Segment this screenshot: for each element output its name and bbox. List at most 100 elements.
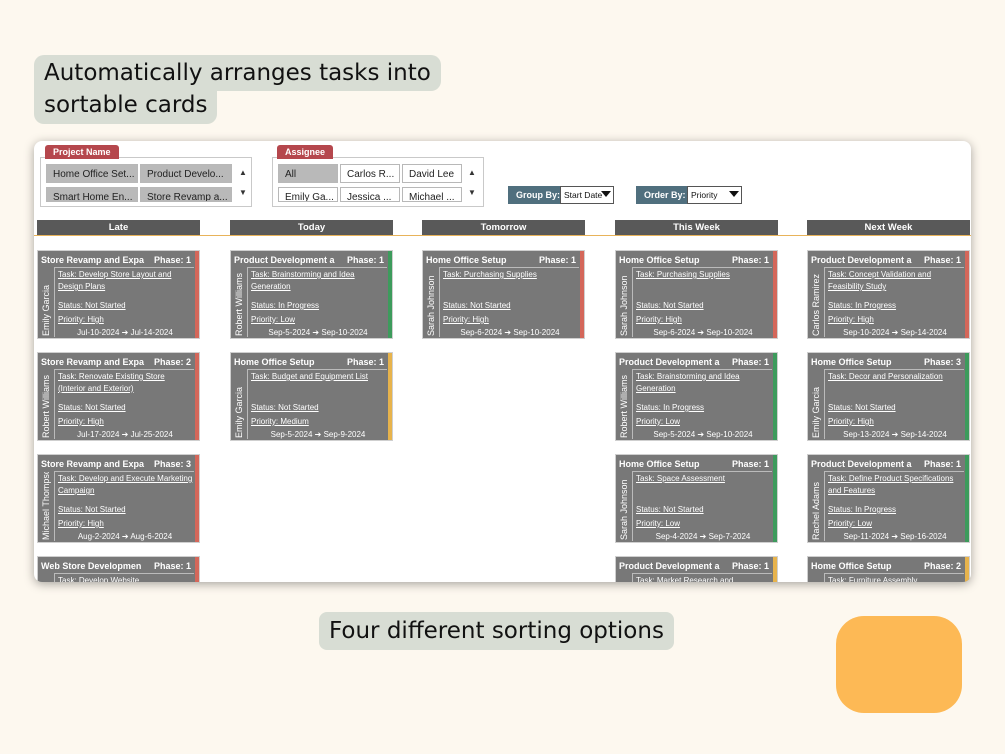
task-card[interactable]: Home Office Setup Phase: 2 Task: Furniture… <box>807 556 970 582</box>
status-strip <box>965 251 969 338</box>
task-card[interactable]: Product Development a Phase: 1 Rachel Adam… <box>807 454 970 543</box>
card-assignee <box>810 574 823 582</box>
card-assignee: Sarah Johnson <box>619 479 629 540</box>
kanban-dashboard: Project Name Home Office Set... Product … <box>34 141 971 582</box>
card-task-link[interactable]: Task: Space Assessment <box>636 473 771 485</box>
card-assignee: Emily Garcia <box>811 386 821 438</box>
card-phase: Phase: 1 <box>346 357 384 367</box>
group-by-dropdown[interactable]: Start Date <box>560 186 614 204</box>
card-project-name: Store Revamp and Expa <box>41 459 145 469</box>
card-body: Task: Budget and Equipment List Status: N… <box>247 369 387 439</box>
task-card[interactable]: Home Office Setup Phase: 1 Sarah Johnson Ta… <box>422 250 585 339</box>
slicer-item-project[interactable]: Smart Home En... <box>46 187 138 202</box>
card-date-range: Sep-4-2024 ➔ Sep-7-2024 <box>655 532 751 541</box>
scroll-up-icon[interactable]: ▲ <box>237 166 249 179</box>
task-card[interactable]: Home Office Setup Phase: 1 Sarah Johnson Ta… <box>615 250 778 339</box>
status-strip <box>965 455 969 542</box>
task-card[interactable]: Web Store Developmen Phase: 1 s Task: Devel… <box>37 556 200 582</box>
card-priority: Priority: High <box>58 315 104 324</box>
card-task-link[interactable]: Task: Define Product Specifications and … <box>828 473 963 497</box>
task-card[interactable]: Home Office Setup Phase: 1 Emily Garcia Tas… <box>230 352 393 441</box>
card-project-name: Home Office Setup <box>811 357 892 367</box>
card-status: Status: Not Started <box>636 505 704 514</box>
card-assignee: Emily Garcia <box>41 284 51 336</box>
task-card[interactable]: Store Revamp and Expa Phase: 3 Michael Tho… <box>37 454 200 543</box>
order-by-dropdown[interactable]: Priority <box>687 186 742 204</box>
card-body: Task: Develop Website <box>54 573 194 582</box>
card-date-range: Sep-11-2024 ➔ Sep-16-2024 <box>843 532 947 541</box>
card-phase: Phase: 2 <box>923 561 961 571</box>
task-card[interactable]: Home Office Setup Phase: 1 Sarah Johnson Ta… <box>615 454 778 543</box>
card-priority: Priority: Low <box>636 519 681 528</box>
slicer-item-assignee[interactable]: David Lee <box>402 164 462 183</box>
card-task-link[interactable]: Task: Purchasing Supplies <box>443 269 578 281</box>
card-body: Task: Brainstorming and Idea Generation S… <box>632 369 772 439</box>
callout-text-line2: sortable cards <box>44 92 208 118</box>
assignee-slicer-header: Assignee <box>277 145 334 159</box>
card-body: Task: Purchasing Supplies Status: Not Sta… <box>439 267 579 337</box>
card-task-link[interactable]: Task: Purchasing Supplies <box>636 269 771 281</box>
assignee-slicer: Assignee All Carlos R... David Lee Emily… <box>272 145 484 207</box>
status-strip <box>195 557 199 582</box>
card-status: Status: In Progress <box>636 403 705 412</box>
card-assignee: Michael Thompson <box>41 472 51 540</box>
card-phase: Phase: 1 <box>923 459 961 469</box>
task-card[interactable]: Store Revamp and Expa Phase: 2 Robert Will… <box>37 352 200 441</box>
card-priority: Priority: High <box>828 417 874 426</box>
slicer-item-assignee[interactable]: Michael ... <box>402 187 462 202</box>
status-strip <box>195 353 199 440</box>
slicer-item-project[interactable]: Product Develo... <box>140 164 232 183</box>
slicer-item-project[interactable]: Home Office Set... <box>46 164 138 183</box>
card-phase: Phase: 1 <box>731 255 769 265</box>
task-card[interactable]: Product Development a Phase: 1 m Task: Mark… <box>615 556 778 582</box>
card-date-range: Sep-5-2024 ➔ Sep-10-2024 <box>268 328 368 337</box>
card-status: Status: Not Started <box>828 403 896 412</box>
card-task-link[interactable]: Task: Develop Website <box>58 575 193 582</box>
slicer-item-assignee[interactable]: Jessica ... <box>340 187 400 202</box>
card-phase: Phase: 1 <box>538 255 576 265</box>
task-card[interactable]: Product Development a Phase: 1 Carlos Rami… <box>807 250 970 339</box>
card-task-link[interactable]: Task: Market Research and <box>636 575 771 582</box>
card-task-link[interactable]: Task: Develop and Execute Marketing Camp… <box>58 473 193 497</box>
task-card[interactable]: Product Development a Phase: 1 Robert Will… <box>615 352 778 441</box>
card-task-link[interactable]: Task: Decor and Personalization <box>828 371 963 383</box>
card-task-link[interactable]: Task: Renovate Existing Store (Interior … <box>58 371 193 395</box>
card-task-link[interactable]: Task: Budget and Equipment List <box>251 371 386 383</box>
scroll-down-icon[interactable]: ▼ <box>466 186 478 199</box>
feature-callout-top-line2: sortable cards <box>34 88 218 124</box>
card-body: Task: Renovate Existing Store (Interior … <box>54 369 194 439</box>
card-body: Task: Furniture Assembly <box>824 573 964 582</box>
order-by-label: Order By: <box>636 186 694 204</box>
scroll-down-icon[interactable]: ▼ <box>237 186 249 199</box>
card-phase: Phase: 3 <box>153 459 191 469</box>
slicer-item-assignee[interactable]: Carlos R... <box>340 164 400 183</box>
dropdown-arrow-icon <box>729 191 739 197</box>
status-strip <box>388 251 392 338</box>
card-task-link[interactable]: Task: Furniture Assembly <box>828 575 963 582</box>
card-body: Task: Market Research and <box>632 573 772 582</box>
card-project-name: Home Office Setup <box>619 459 700 469</box>
card-task-link[interactable]: Task: Brainstorming and Idea Generation <box>251 269 386 293</box>
card-task-link[interactable]: Task: Develop Store Layout and Design Pl… <box>58 269 193 293</box>
dropdown-arrow-icon <box>601 191 611 197</box>
card-project-name: Product Development a <box>811 255 912 265</box>
slicer-item-assignee[interactable]: Emily Ga... <box>278 187 338 202</box>
card-status: Status: In Progress <box>251 301 320 310</box>
card-task-link[interactable]: Task: Brainstorming and Idea Generation <box>636 371 771 395</box>
card-task-link[interactable]: Task: Concept Validation and Feasibility… <box>828 269 963 293</box>
card-date-range: Sep-5-2024 ➔ Sep-9-2024 <box>270 430 366 439</box>
status-strip <box>195 455 199 542</box>
card-date-range: Jul-17-2024 ➔ Jul-25-2024 <box>77 430 173 439</box>
task-card[interactable]: Store Revamp and Expa Phase: 1 Emily Garci… <box>37 250 200 339</box>
card-assignee: Sarah Johnson <box>619 275 629 336</box>
card-project-name: Home Office Setup <box>811 561 892 571</box>
slicer-item-project[interactable]: Store Revamp a... <box>140 187 232 202</box>
slicer-item-assignee[interactable]: All <box>278 164 338 183</box>
task-card[interactable]: Product Development a Phase: 1 Robert Will… <box>230 250 393 339</box>
task-card[interactable]: Home Office Setup Phase: 3 Emily Garcia Tas… <box>807 352 970 441</box>
status-strip <box>773 251 777 338</box>
card-priority: Priority: High <box>443 315 489 324</box>
card-assignee: Carlos Ramirez <box>811 273 821 336</box>
scroll-up-icon[interactable]: ▲ <box>466 166 478 179</box>
callout-text-bottom: Four different sorting options <box>329 618 664 644</box>
